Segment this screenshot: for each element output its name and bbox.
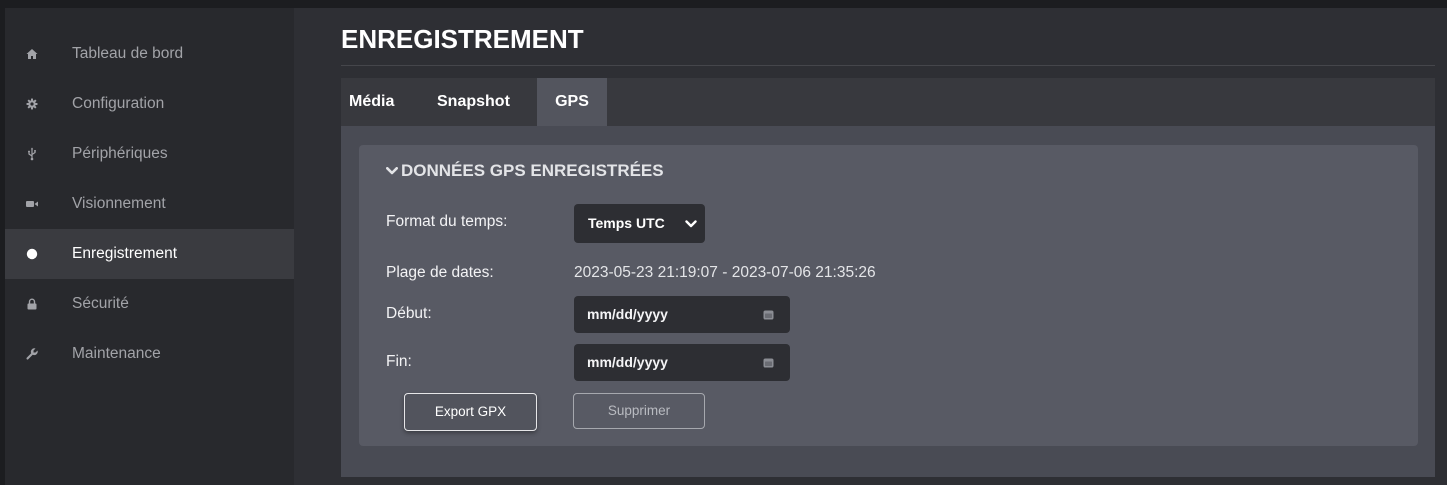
delete-button[interactable]: Supprimer [573,393,705,429]
sidebar-item-viewing[interactable]: Visionnement [5,179,294,229]
sidebar: Tableau de bord Configuration Périphériq… [5,8,294,485]
end-date-placeholder: mm/dd/yyyy [587,354,668,370]
sidebar-item-configuration[interactable]: Configuration [5,79,294,129]
gear-icon [26,98,38,110]
record-icon [26,248,38,260]
gps-tab-panel: DONNÉES GPS ENREGISTRÉES Format du temps… [341,126,1435,477]
sidebar-item-label: Maintenance [72,345,161,362]
time-format-selected-value: Temps UTC [588,215,665,231]
sidebar-item-peripherals[interactable]: Périphériques [5,129,294,179]
export-gpx-button[interactable]: Export GPX [404,393,537,431]
sidebar-item-label: Périphériques [72,145,168,162]
sidebar-item-maintenance[interactable]: Maintenance [5,329,294,379]
tab-media[interactable]: Média [341,78,419,126]
sidebar-item-security[interactable]: Sécurité [5,279,294,329]
usb-icon [28,147,36,161]
time-format-label: Format du temps: [386,213,508,230]
sidebar-item-label: Tableau de bord [72,45,184,62]
chevron-down-icon [386,167,398,175]
start-date-input[interactable]: mm/dd/yyyy [574,296,790,333]
lock-icon [27,298,37,310]
calendar-icon[interactable] [763,309,774,320]
start-date-label: Début: [386,305,432,322]
sidebar-item-label: Enregistrement [72,245,178,262]
start-date-placeholder: mm/dd/yyyy [587,306,668,322]
title-divider [341,65,1435,66]
end-date-label: Fin: [386,353,412,370]
video-camera-icon [26,201,38,207]
gps-data-card: DONNÉES GPS ENREGISTRÉES Format du temps… [359,145,1418,446]
sidebar-item-recording[interactable]: Enregistrement [5,229,294,279]
tab-bar: Média Snapshot GPS [341,78,1435,126]
date-range-label: Plage de dates: [386,264,494,281]
sidebar-item-label: Sécurité [72,295,129,312]
gps-data-title: DONNÉES GPS ENREGISTRÉES [401,161,664,180]
home-icon [26,49,38,59]
chevron-down-icon [685,220,697,228]
end-date-input[interactable]: mm/dd/yyyy [574,344,790,381]
sidebar-item-label: Configuration [72,95,165,112]
tab-gps[interactable]: GPS [537,78,607,126]
tab-snapshot[interactable]: Snapshot [419,78,537,126]
calendar-icon[interactable] [763,357,774,368]
gps-data-header[interactable]: DONNÉES GPS ENREGISTRÉES [386,159,664,183]
page-title: ENREGISTREMENT [341,24,584,54]
wrench-icon [26,348,38,360]
sidebar-item-dashboard[interactable]: Tableau de bord [5,29,294,79]
date-range-value: 2023-05-23 21:19:07 - 2023-07-06 21:35:2… [574,264,876,281]
time-format-select[interactable]: Temps UTC [574,204,705,243]
main-content: ENREGISTREMENT Média Snapshot GPS DONNÉE… [294,8,1447,485]
sidebar-item-label: Visionnement [72,195,166,212]
